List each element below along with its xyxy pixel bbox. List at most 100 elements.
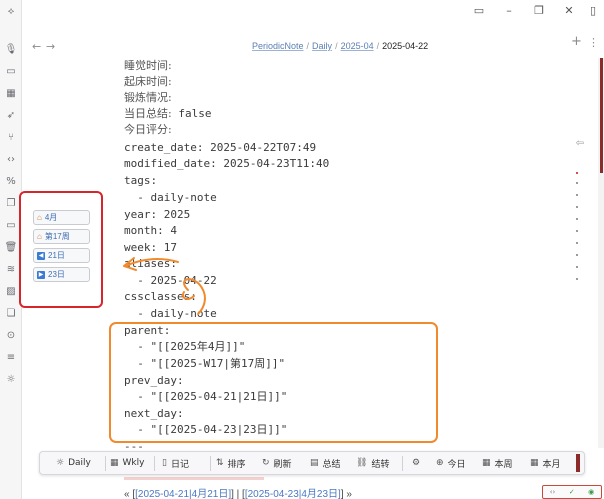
minimap-marker: [576, 218, 578, 220]
sidebar-toggle-icon[interactable]: ▭: [472, 3, 486, 17]
toolbar-divider: [210, 456, 211, 471]
nav-button-prev-day[interactable]: ◀ 21日: [33, 248, 90, 263]
frontmatter-line: 起床时间:: [124, 74, 172, 90]
day-navigation-links: « [[2025-04-21|4月21日]] | [[2025-04-23|4月…: [124, 485, 352, 499]
outline-toggle-icon[interactable]: ⇦: [576, 138, 584, 149]
frontmatter-line: tags:: [124, 173, 157, 189]
sync-check-icon[interactable]: ✓: [569, 488, 575, 496]
breadcrumb-periodicnote[interactable]: PeriodicNote: [252, 41, 304, 51]
left-arrow-icon: ◀: [37, 251, 45, 260]
property-value: false: [171, 107, 212, 120]
layers-icon[interactable]: ❏: [4, 306, 18, 320]
frontmatter-line: - daily-note: [124, 190, 216, 206]
property-value: 4: [163, 224, 177, 237]
toolbar-label: 今日: [447, 459, 466, 470]
bulb-icon[interactable]: ☼: [4, 372, 18, 386]
toolbar-weekly-button[interactable]: ▦ Wkly: [110, 452, 144, 474]
minimap-marker: [576, 242, 578, 244]
breadcrumb-current: 2025-04-22: [382, 41, 429, 51]
toolbar-this-week-button[interactable]: ▦ 本周: [482, 452, 513, 474]
frontmatter-line: year: 2025: [124, 207, 190, 223]
more-options-button[interactable]: ⋮: [588, 36, 599, 49]
breadcrumb-separator: /: [376, 41, 380, 51]
toolbar-daily-button[interactable]: ☼ Daily: [56, 452, 91, 474]
toolbar-carryover-button[interactable]: ⛓ 结转: [356, 452, 389, 474]
layout-icon[interactable]: ▭: [4, 64, 18, 78]
toolbar-summary-button[interactable]: ▤ 总结: [310, 452, 341, 474]
close-icon[interactable]: ✕: [562, 3, 576, 17]
breadcrumb-daily[interactable]: Daily: [312, 41, 332, 51]
wifi-icon[interactable]: ≋: [4, 262, 18, 276]
bottom-toolbar: ☼ Daily ▦ Wkly ▯ 日记 ⇅ 排序 ↻ 刷新 ▤ 总结 ⛓ 结转 ⚙ ⊕ 今日 ▦…: [39, 451, 585, 475]
breadcrumb-separator: /: [335, 41, 338, 51]
toolbar-label: 本周: [494, 459, 513, 470]
next-day-link[interactable]: [2025-04-23|4月23日]: [245, 489, 341, 499]
right-sidebar-icon[interactable]: ▯: [586, 3, 600, 17]
obsidian-logo-icon[interactable]: ⟡: [4, 4, 18, 18]
new-tab-button[interactable]: +: [571, 34, 582, 49]
toolbar-today-button[interactable]: ⊕ 今日: [436, 452, 466, 474]
property-key: modified_date:: [124, 157, 217, 170]
prev-day-link[interactable]: [2025-04-21|4月21日]: [135, 489, 231, 499]
summary-icon: ▤: [310, 458, 319, 468]
property-value: 2025: [157, 208, 191, 221]
toolbar-divider: [105, 456, 106, 471]
git-branch-icon[interactable]: ⑂: [4, 130, 18, 144]
house-icon: ⌂: [37, 232, 42, 241]
toolbar-accent-bar: [576, 454, 580, 472]
today-icon: ⊕: [436, 458, 444, 468]
sun-icon: ☼: [56, 458, 65, 468]
sort-icon: ⇅: [216, 458, 224, 468]
toolbar-refresh-button[interactable]: ↻ 刷新: [262, 452, 292, 474]
table-icon[interactable]: ▦: [4, 86, 18, 100]
minimap-marker: [576, 194, 578, 196]
breadcrumb-month[interactable]: 2025-04: [341, 41, 374, 51]
month-calendar-icon: ▦: [530, 458, 539, 468]
partial-heading: [124, 474, 264, 482]
breadcrumb: PeriodicNote / Daily/2025-04/2025-04-22: [252, 41, 428, 51]
status-ok-icon[interactable]: ◉: [588, 488, 594, 496]
toolbar-label: 刷新: [273, 459, 292, 470]
minimize-icon[interactable]: –: [502, 3, 516, 17]
stack-icon[interactable]: ≡: [4, 350, 18, 364]
scrollbar-thumb[interactable]: [600, 58, 603, 173]
toolbar-sort-button[interactable]: ⇅ 排序: [216, 452, 246, 474]
copy-icon[interactable]: ❐: [4, 196, 18, 210]
frontmatter-line: create_date: 2025-04-22T07:49: [124, 140, 316, 156]
trash-icon[interactable]: 🗑: [4, 240, 18, 254]
toolbar-settings-button[interactable]: ⚙: [412, 452, 424, 474]
zoom-icon[interactable]: ⊙: [4, 328, 18, 342]
status-bar: ‹› ✓ ◉: [542, 485, 602, 499]
minimap-marker: [576, 230, 578, 232]
frontmatter-line: modified_date: 2025-04-23T11:40: [124, 156, 329, 172]
nav-button-week[interactable]: ⌂ 第17周: [33, 229, 90, 244]
forward-button[interactable]: →: [46, 40, 55, 53]
nav-button-month[interactable]: ⌂ 4月: [33, 210, 90, 225]
property-key: create_date:: [124, 141, 204, 154]
toolbar-label: 日记: [170, 459, 189, 470]
toolbar-label: 结转: [371, 459, 390, 470]
toolbar-label: 总结: [322, 459, 341, 470]
toolbar-diary-button[interactable]: ▯ 日记: [162, 452, 189, 474]
property-key: tags:: [124, 174, 158, 187]
code-icon[interactable]: ‹›: [550, 488, 556, 496]
toolbar-this-month-button[interactable]: ▦ 本月: [530, 452, 561, 474]
percent-code-icon[interactable]: %: [4, 174, 18, 188]
nav-button-next-day[interactable]: ▶ 23日: [33, 267, 90, 282]
nav-button-label: 4月: [44, 213, 58, 222]
minimap-marker: [576, 182, 578, 184]
code-icon[interactable]: ‹›: [4, 152, 18, 166]
minimap-marker: [576, 254, 578, 256]
restore-icon[interactable]: ❐: [532, 3, 546, 17]
toolbar-label: Wkly: [122, 458, 145, 468]
right-arrow-icon: ▶: [37, 270, 45, 279]
link-prefix: « [: [124, 489, 136, 499]
minimap-marker: [576, 278, 578, 280]
folder-icon[interactable]: ▭: [4, 218, 18, 232]
image-icon[interactable]: ▨: [4, 284, 18, 298]
microphone-icon[interactable]: 🎙: [4, 42, 18, 56]
rocket-icon[interactable]: ➶: [4, 108, 18, 122]
frontmatter-line: 当日总结: false: [124, 106, 211, 122]
back-button[interactable]: ←: [32, 40, 41, 53]
property-key: 当日总结:: [124, 107, 172, 120]
